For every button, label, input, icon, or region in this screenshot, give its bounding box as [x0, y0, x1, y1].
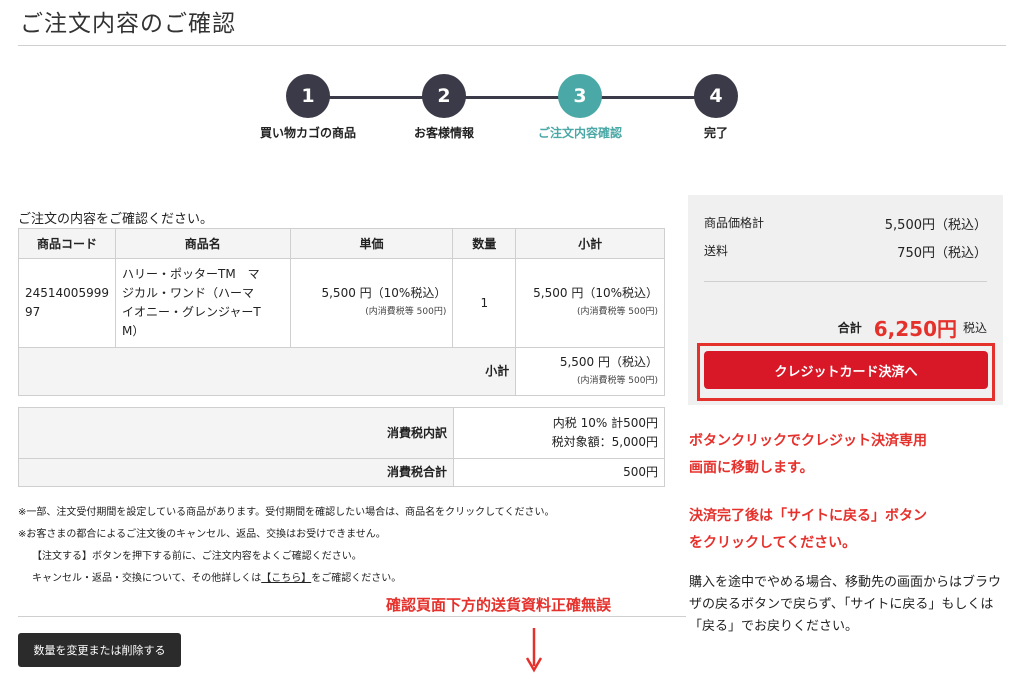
subtotal-row: 小計 5,500 円（税込） (内消費税等 500円): [17, 347, 665, 396]
order-table-header: 商品コード 商品名 単価 数量 小計: [18, 228, 665, 259]
item-code: 24514005999 97: [18, 258, 116, 348]
item-code-line: 24514005999: [25, 286, 109, 300]
tax-breakdown-value: 内税 10% 計500円 税対象額：5,000円: [453, 407, 665, 459]
item-name-line: ハリー・ポッターTM マ: [121, 267, 260, 281]
annotation-line: ボタンクリックでクレジット決済専用: [689, 433, 927, 449]
shipping-value: 750円（税込）: [897, 246, 987, 261]
note-line: ※一部、注文受付期間を設定している商品があります。受付期間を確認したい場合は、商…: [18, 507, 555, 518]
tax-table: 消費税内訳 内税 10% 計500円 税対象額：5,000円 消費税合計 500…: [18, 407, 665, 487]
step-1: 1 買い物カゴの商品: [238, 74, 378, 141]
change-quantity-button[interactable]: 数量を変更または削除する: [18, 633, 181, 667]
note-text: をご確認ください。: [311, 573, 402, 584]
tax-breakdown-line: 税対象額：5,000円: [551, 435, 658, 449]
tax-total-label: 消費税合計: [18, 458, 454, 487]
annotation-line: をクリックしてください。: [689, 535, 857, 551]
down-arrow-icon: [525, 628, 543, 673]
step-2: 2 お客様情報: [374, 74, 514, 141]
order-notes: ※一部、注文受付期間を設定している商品があります。受付期間を確認したい場合は、商…: [18, 502, 554, 590]
item-name-link[interactable]: ハリー・ポッターTM マ ジカル・ワンド（ハーマ イオニー・グレンジャーT M）: [114, 258, 291, 348]
step-4-label: 完了: [703, 126, 728, 140]
item-code-line: 97: [25, 305, 41, 319]
item-subtotal: 5,500 円（10%税込） (内消費税等 500円): [515, 258, 665, 348]
summary-divider: [704, 281, 987, 282]
annotation-red-note-1: ボタンクリックでクレジット決済専用 画面に移動します。: [689, 428, 1009, 482]
order-table: 商品コード 商品名 単価 数量 小計 24514005999 97 ハリー・ポッ…: [17, 228, 665, 396]
header-name: 商品名: [114, 228, 291, 259]
annotation-back-instructions: 購入を途中でやめる場合、移動先の画面からはブラウザの戻るボタンで戻らず、「サイト…: [689, 575, 1002, 634]
note-text: キャンセル・返品・交換について、その他詳しくは: [32, 573, 262, 584]
tax-breakdown-line: 内税 10% 計500円: [552, 416, 658, 430]
details-link[interactable]: 【こちら】: [261, 573, 311, 584]
subtotal-tax: (内消費税等 500円): [576, 375, 658, 386]
total-value: 6,250円: [873, 317, 957, 341]
item-price-value: 5,500円（税込）: [884, 218, 987, 233]
summary-shipping-row: 送料 750円（税込）: [704, 242, 987, 261]
title-divider: [18, 45, 1006, 46]
header-unit-price: 単価: [289, 228, 454, 259]
tax-breakdown-label: 消費税内訳: [18, 407, 454, 459]
annotation-red-note-2: 決済完了後は「サイトに戻る」ボタン をクリックしてください。: [689, 503, 1009, 557]
tax-breakdown-row: 消費税内訳 内税 10% 計500円 税対象額：5,000円: [18, 407, 665, 459]
shipping-label: 送料: [704, 244, 729, 258]
annotation-line: 画面に移動します。: [689, 460, 814, 476]
item-unit-price: 5,500 円（10%税込） (内消費税等 500円): [289, 258, 454, 348]
note-line: 【注文する】ボタンを押下する前に、ご注文内容をよくご確認ください。: [32, 551, 362, 562]
header-code: 商品コード: [18, 228, 116, 259]
step-3-label: ご注文内容確認: [537, 126, 622, 140]
tax-total-row: 消費税合計 500円: [18, 458, 665, 487]
step-4: 4 完了: [646, 74, 786, 141]
subtotal-value-cell: 5,500 円（税込） (内消費税等 500円): [515, 347, 665, 396]
item-name-line: ジカル・ワンド（ハーマ: [121, 286, 254, 300]
table-row: 24514005999 97 ハリー・ポッターTM マ ジカル・ワンド（ハーマ …: [18, 258, 665, 348]
header-subtotal: 小計: [515, 228, 665, 259]
note-line: キャンセル・返品・交換について、その他詳しくは【こちら】をご確認ください。: [18, 568, 554, 590]
step-3: 3 ご注文内容確認: [510, 74, 650, 141]
annotation-chinese-note: 確認頁面下方的送貨資料正確無誤: [386, 596, 612, 614]
annotation-line: 決済完了後は「サイトに戻る」ボタン: [689, 508, 927, 524]
step-2-circle: 2: [422, 74, 466, 118]
tax-total-value: 500円: [453, 458, 665, 487]
step-4-circle: 4: [694, 74, 738, 118]
unit-price-value: 5,500 円（10%税込）: [321, 286, 447, 300]
item-subtotal-tax: (内消費税等 500円): [576, 307, 658, 317]
page-title: ご注文内容のご確認: [20, 11, 236, 37]
summary-total-row: 合計 6,250円 税込: [838, 313, 987, 342]
item-name-line: M）: [121, 324, 145, 338]
header-qty: 数量: [452, 228, 517, 259]
step-1-circle: 1: [286, 74, 330, 118]
item-price-label: 商品価格計: [704, 216, 765, 230]
step-3-circle: 3: [558, 74, 602, 118]
summary-item-price-row: 商品価格計 5,500円（税込）: [704, 214, 987, 233]
total-tax-note: 税込: [962, 321, 987, 335]
unit-price-tax: (内消費税等 500円): [365, 307, 447, 317]
bottom-divider: [18, 616, 686, 617]
step-2-label: お客様情報: [413, 126, 474, 140]
subtotal-value: 5,500 円（税込）: [559, 354, 658, 369]
total-label: 合計: [837, 321, 862, 335]
item-name-line: イオニー・グレンジャーT: [121, 305, 261, 319]
step-1-label: 買い物カゴの商品: [259, 126, 356, 140]
credit-card-payment-button[interactable]: クレジットカード決済へ: [704, 351, 988, 389]
note-line: ※お客さまの都合によるご注文後のキャンセル、返品、交換はお受けできません。: [18, 529, 386, 540]
item-qty: 1: [452, 258, 517, 348]
order-intro: ご注文の内容をご確認ください。: [18, 212, 214, 227]
item-subtotal-value: 5,500 円（10%税込）: [533, 286, 658, 300]
checkout-stepper: 1 買い物カゴの商品 2 お客様情報 3 ご注文内容確認 4 完了: [230, 74, 770, 144]
subtotal-label: 小計: [17, 347, 517, 396]
